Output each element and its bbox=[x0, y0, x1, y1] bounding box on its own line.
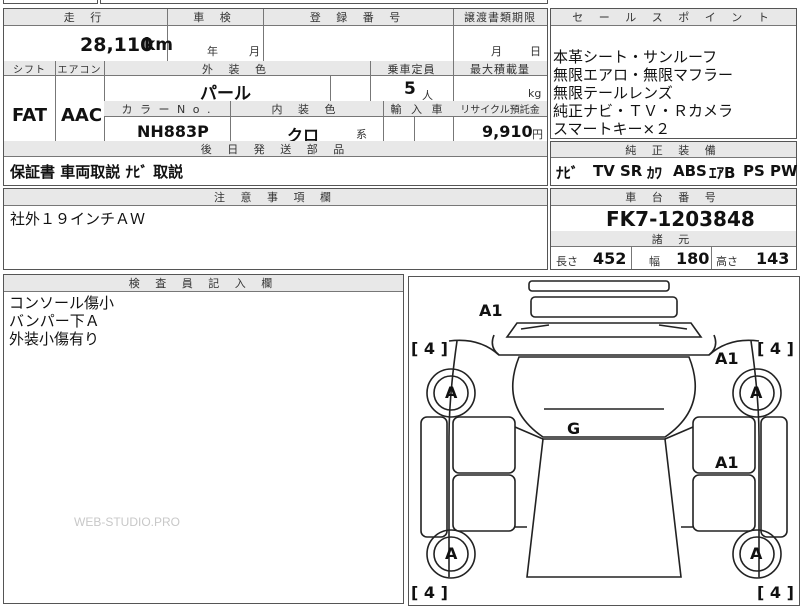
header-interior-color: 内 装 色 bbox=[230, 101, 383, 117]
notes-value: 社外１９インチＡＷ bbox=[10, 210, 146, 228]
header-color-no: カ ラ ー N o . bbox=[104, 101, 230, 117]
mark-front: A1 bbox=[479, 301, 503, 320]
mark-right-front-panel: A1 bbox=[715, 349, 739, 368]
mark-right-door: A1 bbox=[715, 453, 739, 472]
mark-wheel-fl: A bbox=[445, 383, 458, 402]
sales-point-5: スマートキー×２ bbox=[553, 120, 671, 138]
color-no-value: NH883P bbox=[137, 122, 209, 141]
recycle-unit: 円 bbox=[532, 128, 543, 141]
later-parts-value: 保証書 車両取説 ﾅﾋﾞ 取説 bbox=[10, 163, 184, 181]
header-seats: 乗車定員 bbox=[370, 61, 453, 76]
inspector-note-2: バンパー下Ａ bbox=[9, 312, 100, 330]
header-inspector: 検 査 員 記 入 欄 bbox=[4, 275, 403, 292]
header-mileage: 走 行 bbox=[4, 9, 167, 26]
recycle-fee-value: 9,910 bbox=[482, 122, 533, 141]
equip-sr: SR bbox=[620, 162, 643, 180]
header-inspection: 車 検 bbox=[167, 9, 263, 26]
car-outline bbox=[420, 280, 788, 579]
shift-value: FAT bbox=[12, 105, 48, 126]
sales-points-panel: セ ー ル ス ポ イ ン ト 本革シート・サンルーフ 無限エアロ・無限マフラー… bbox=[550, 8, 797, 139]
seats-value: 5 bbox=[404, 79, 416, 99]
spec-length-value: 452 bbox=[593, 249, 627, 268]
header-max-load: 最大積載量 bbox=[453, 61, 547, 76]
spec-width-label: 幅 bbox=[649, 255, 660, 268]
mileage-value: 28,110 bbox=[80, 34, 154, 56]
aircon-value: AAC bbox=[61, 105, 103, 126]
header-specs: 諸 元 bbox=[551, 231, 796, 247]
header-genuine-equipment: 純 正 装 備 bbox=[551, 142, 796, 158]
header-recycle: リサイクル預託金 bbox=[453, 101, 547, 117]
equip-leather: ｶﾜ bbox=[647, 164, 663, 182]
inspection-year-unit: 年 bbox=[207, 45, 218, 58]
transfer-day-unit: 日 bbox=[530, 45, 541, 58]
sales-point-4: 純正ナビ・ＴＶ・Ｒカメラ bbox=[553, 102, 734, 120]
inspector-note-3: 外装小傷有り bbox=[9, 330, 100, 348]
header-chassis-no: 車 台 番 号 bbox=[551, 189, 796, 206]
header-import: 輸 入 車 bbox=[383, 101, 453, 117]
spec-length-label: 長さ bbox=[556, 255, 578, 268]
mileage-unit: km bbox=[144, 35, 174, 55]
header-transfer-deadline: 譲渡書類期限 bbox=[453, 9, 547, 26]
equip-ps: PS bbox=[743, 162, 765, 180]
sales-point-3: 無限テールレンズ bbox=[553, 84, 673, 102]
inspector-note-1: コンソール傷小 bbox=[9, 294, 115, 312]
chassis-panel: 車 台 番 号 FK7-1203848 諸 元 長さ 452 幅 180 高さ … bbox=[550, 188, 797, 270]
header-exterior-color: 外 装 色 bbox=[104, 61, 370, 76]
mark-wheel-rr: A bbox=[750, 544, 763, 563]
header-aircon: エアコン bbox=[55, 61, 104, 76]
mark-tire-fr: [ 4 ] bbox=[757, 339, 794, 358]
equip-abs: ABS bbox=[673, 162, 707, 180]
mark-wheel-rl: A bbox=[445, 544, 458, 563]
max-load-unit: kg bbox=[528, 87, 542, 100]
inspection-month-unit: 月 bbox=[249, 45, 260, 58]
mark-tire-fl: [ 4 ] bbox=[411, 339, 448, 358]
mark-wheel-fr: A bbox=[750, 383, 763, 402]
info-grid: 走 行 車 検 登 録 番 号 譲渡書類期限 28,110 km 年 月 月 日… bbox=[3, 8, 548, 186]
inspector-panel: 検 査 員 記 入 欄 コンソール傷小 バンパー下Ａ 外装小傷有り WEB-ST… bbox=[3, 274, 404, 604]
chassis-no-value: FK7-1203848 bbox=[606, 207, 755, 231]
genuine-equipment-panel: 純 正 装 備 ﾅﾋﾞ TV SR ｶﾜ ABS ｴｱB PS PW bbox=[550, 141, 798, 186]
notes-panel: 注 意 事 項 欄 社外１９インチＡＷ bbox=[3, 188, 548, 270]
transfer-month-unit: 月 bbox=[491, 45, 502, 58]
header-sales-points: セ ー ル ス ポ イ ン ト bbox=[551, 9, 796, 26]
header-shift: シフト bbox=[4, 61, 55, 76]
equip-pw: PW bbox=[770, 162, 798, 180]
sales-point-1: 本革シート・サンルーフ bbox=[553, 48, 718, 66]
sales-point-2: 無限エアロ・無限マフラー bbox=[553, 66, 734, 84]
header-later-parts: 後 日 発 送 部 品 bbox=[4, 141, 547, 157]
top-strip bbox=[3, 0, 98, 4]
header-notes: 注 意 事 項 欄 bbox=[4, 189, 547, 206]
spec-width-value: 180 bbox=[676, 249, 710, 268]
watermark: WEB-STUDIO.PRO bbox=[74, 515, 181, 529]
header-registration: 登 録 番 号 bbox=[263, 9, 453, 26]
mark-windshield: G bbox=[567, 419, 581, 438]
interior-suffix: 系 bbox=[356, 128, 367, 141]
equip-airbag: ｴｱB bbox=[709, 164, 736, 182]
mark-tire-rl: [ 4 ] bbox=[411, 583, 448, 602]
car-diagram: A1 [ 4 ] [ 4 ] [ 4 ] [ 4 ] A1 A1 G A A A… bbox=[408, 276, 800, 606]
mark-tire-rr: [ 4 ] bbox=[757, 583, 794, 602]
top-strip-mid bbox=[100, 0, 548, 4]
spec-height-label: 高さ bbox=[716, 255, 738, 268]
equip-tv: TV bbox=[593, 162, 615, 180]
equip-nav: ﾅﾋﾞ bbox=[556, 164, 579, 182]
spec-height-value: 143 bbox=[756, 249, 790, 268]
